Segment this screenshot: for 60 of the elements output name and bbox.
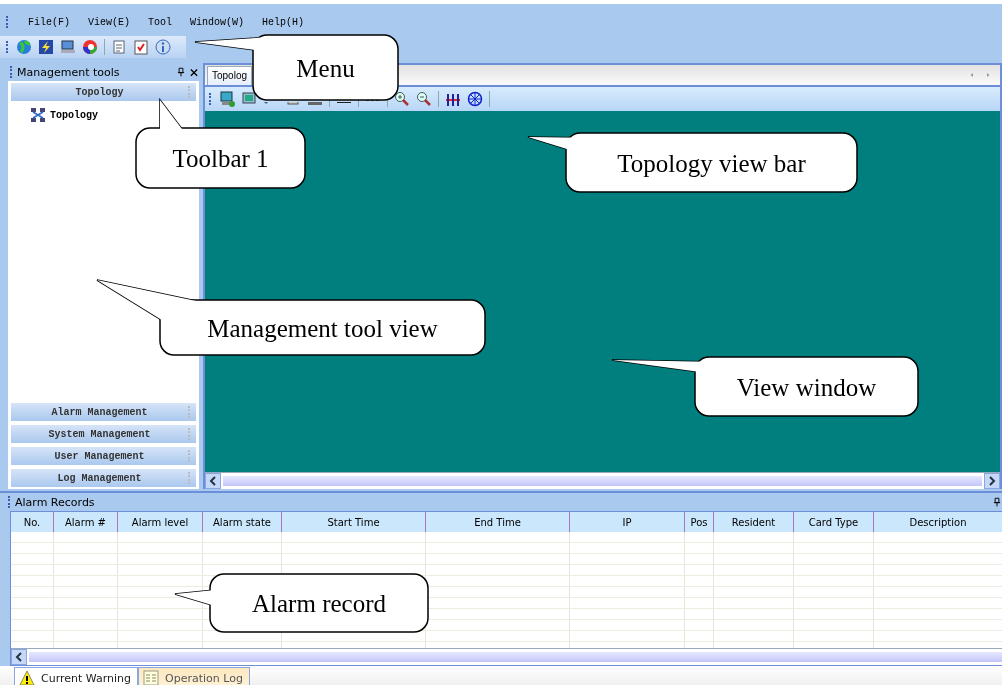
column-header[interactable]: Alarm # [54, 512, 118, 532]
document-icon[interactable] [111, 39, 127, 55]
callout-label: Topology view bar [617, 149, 806, 177]
bar-icon[interactable] [307, 102, 323, 107]
warning-icon [19, 670, 35, 685]
network-icon[interactable] [445, 91, 461, 107]
section-header[interactable]: Log Management [10, 468, 197, 488]
column-header[interactable]: Resident [714, 512, 794, 532]
bottom-tab[interactable]: Operation Log [138, 667, 250, 685]
column-header[interactable]: Description [874, 512, 1002, 532]
close-icon[interactable] [189, 66, 199, 78]
column-header[interactable]: IP [570, 512, 685, 532]
column-header[interactable]: No. [11, 512, 54, 532]
log-icon [143, 670, 160, 685]
callout-label: Alarm record [252, 590, 386, 617]
scroll-left-button[interactable] [11, 649, 27, 665]
column-header[interactable]: Pos [685, 512, 714, 532]
bottom-tab[interactable]: Current Warning [14, 667, 139, 685]
callout-label: Management tool view [207, 314, 438, 342]
panel-title: Management tools [17, 65, 121, 79]
computer-icon[interactable] [60, 39, 76, 55]
section-header[interactable]: Topology [10, 82, 197, 102]
view-tab[interactable]: Topolog [207, 66, 253, 85]
column-header[interactable]: Alarm state [203, 512, 282, 532]
tree-item[interactable]: Topology [30, 107, 199, 123]
info-icon[interactable] [155, 39, 171, 55]
menu-item[interactable]: Help(H) [262, 16, 305, 28]
monitor-icon[interactable] [241, 91, 257, 107]
column-header[interactable]: Start Time [282, 512, 426, 532]
section-header[interactable]: User Management [10, 446, 197, 466]
menu-item[interactable]: View(E) [88, 16, 131, 28]
clipboard-check-icon[interactable] [133, 39, 149, 55]
column-header[interactable]: Card Type [794, 512, 874, 532]
menu-item[interactable]: Window(W) [190, 16, 245, 28]
computer-icon[interactable] [219, 91, 235, 107]
globe-icon[interactable] [16, 39, 32, 55]
scroll-left-button[interactable] [205, 473, 221, 489]
chevron-right-icon[interactable] [988, 476, 996, 486]
callout-label: View window [736, 373, 877, 401]
menu-item[interactable]: File(F) [28, 16, 70, 28]
callout-label: Toolbar 1 [172, 145, 269, 172]
color-wheel-icon[interactable] [82, 39, 98, 55]
wheel-icon[interactable] [467, 91, 483, 107]
panel-title: Alarm Records [15, 495, 96, 509]
horizontal-scrollbar[interactable] [29, 652, 1002, 662]
zoom-out-icon[interactable] [416, 91, 432, 107]
section-header[interactable]: System Management [10, 424, 197, 444]
menu-item[interactable]: Tool [148, 16, 173, 28]
pin-icon[interactable] [992, 496, 1002, 508]
chevron-left-icon[interactable] [15, 652, 23, 662]
lightning-icon[interactable] [38, 39, 54, 55]
chevron-left-icon[interactable] [209, 476, 217, 486]
horizontal-scrollbar[interactable] [223, 476, 982, 486]
callout-label: Menu [296, 54, 355, 82]
column-header[interactable]: End Time [426, 512, 570, 532]
scroll-right-button[interactable] [984, 473, 1000, 489]
pin-icon[interactable] [176, 66, 186, 78]
column-header[interactable]: Alarm level [118, 512, 203, 532]
section-header[interactable]: Alarm Management [10, 402, 197, 422]
topology-icon [30, 107, 46, 123]
